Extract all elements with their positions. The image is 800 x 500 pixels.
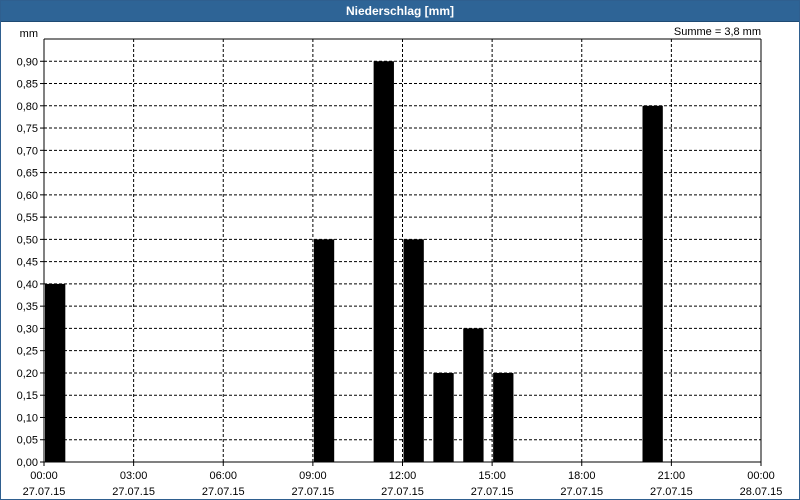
y-tick-label: 0,55 <box>17 212 38 224</box>
precipitation-bar <box>45 283 66 462</box>
x-tick-date: 27.07.15 <box>471 486 514 498</box>
x-tick-date: 27.07.15 <box>23 486 66 498</box>
x-tick-time: 03:00 <box>120 470 148 482</box>
precipitation-bar <box>373 61 394 463</box>
y-tick-label: 0,45 <box>17 257 38 269</box>
x-tick-date: 27.07.15 <box>291 486 334 498</box>
x-tick-time: 12:00 <box>389 470 417 482</box>
x-tick-time: 18:00 <box>568 470 596 482</box>
window-title: Niederschlag [mm] <box>1 1 799 22</box>
y-tick-label: 0,65 <box>17 168 38 180</box>
y-tick-label: 0,90 <box>17 56 38 68</box>
y-tick-label: 0,75 <box>17 123 38 135</box>
chart-window: Niederschlag [mm] 0,00 0,05 0,10 0,15 0,20 0,… <box>0 0 800 500</box>
x-tick-date: 27.07.15 <box>112 486 155 498</box>
y-tick-label: 0,20 <box>17 368 38 380</box>
x-tick-date: 27.07.15 <box>381 486 424 498</box>
x-tick-time: 00:00 <box>747 470 775 482</box>
y-tick-label: 0,15 <box>17 390 38 402</box>
y-tick-label: 0,25 <box>17 346 38 358</box>
y-tick-label: 0,00 <box>17 457 38 469</box>
precipitation-chart: 0,00 0,05 0,10 0,15 0,20 0,25 0,30 0,35 0,40 0,45… <box>17 26 783 498</box>
y-tick-label: 0,80 <box>17 101 38 113</box>
y-tick-label: 0,50 <box>17 234 38 246</box>
precipitation-bar <box>463 328 484 462</box>
y-tick-label: 0,30 <box>17 323 38 335</box>
y-tick-label: 0,60 <box>17 190 38 202</box>
x-tick-time: 06:00 <box>209 470 237 482</box>
y-tick-label: 0,05 <box>17 435 38 447</box>
y-tick-label: 0,40 <box>17 279 38 291</box>
y-axis-label: mm <box>20 28 38 40</box>
x-tick-time: 15:00 <box>478 470 506 482</box>
sum-annotation: Summe = 3,8 mm <box>674 26 761 38</box>
precipitation-bar <box>642 105 663 462</box>
x-tick-date: 27.07.15 <box>560 486 603 498</box>
precipitation-bar <box>313 239 335 462</box>
x-tick-date: 28.07.15 <box>740 486 783 498</box>
x-tick-time: 21:00 <box>658 470 686 482</box>
x-tick-date: 27.07.15 <box>202 486 245 498</box>
y-tick-label: 0,35 <box>17 301 38 313</box>
y-tick-label: 0,10 <box>17 412 38 424</box>
x-tick-date: 27.07.15 <box>650 486 693 498</box>
precipitation-bar <box>433 372 454 462</box>
y-tick-label: 0,70 <box>17 145 38 157</box>
x-tick-time: 00:00 <box>30 470 58 482</box>
x-tick-time: 09:00 <box>299 470 327 482</box>
precipitation-bar <box>403 239 424 462</box>
precipitation-bar <box>493 372 514 462</box>
y-tick-label: 0,85 <box>17 79 38 91</box>
